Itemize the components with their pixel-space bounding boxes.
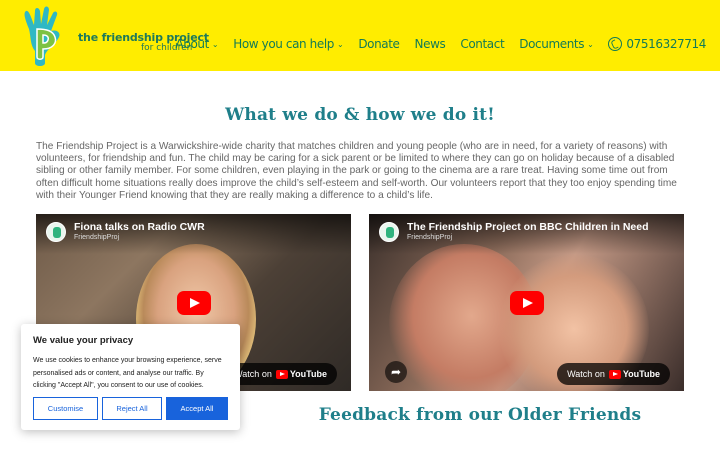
youtube-icon xyxy=(275,369,288,379)
video-title[interactable]: The Friendship Project on BBC Children i… xyxy=(407,221,649,233)
phone-icon xyxy=(608,37,623,51)
intro-paragraph: The Friendship Project is a Warwickshire… xyxy=(36,141,677,201)
youtube-icon xyxy=(608,369,621,379)
nav-item-label: Contact xyxy=(460,37,505,51)
accept-all-button[interactable]: Accept All xyxy=(166,397,228,420)
hand-logo-icon[interactable] xyxy=(17,5,75,67)
video-embed-bbc-children-in-need[interactable]: The Friendship Project on BBC Children i… xyxy=(369,214,684,391)
nav-item-label: How you can help xyxy=(233,37,334,51)
video-channel: FriendshipProj xyxy=(74,234,120,241)
nav-item-label: About xyxy=(175,37,209,51)
nav-item-news[interactable]: News xyxy=(415,37,446,51)
nav-item-contact[interactable]: Contact xyxy=(460,37,504,51)
channel-avatar-icon[interactable] xyxy=(46,222,66,242)
video-channel: FriendshipProj xyxy=(407,234,453,241)
nav-item-label: News xyxy=(414,37,446,51)
nav-item-label: Documents xyxy=(519,37,585,51)
nav-item-how-you-can-help[interactable]: How you can help ⌄ xyxy=(233,37,344,51)
cookie-text: We use cookies to enhance your browsing … xyxy=(33,357,222,389)
nav-item-label: Donate xyxy=(358,37,400,51)
chevron-down-icon: ⌄ xyxy=(211,39,219,49)
nav-item-about[interactable]: About ⌄ xyxy=(175,37,218,51)
channel-avatar-icon[interactable] xyxy=(379,222,399,242)
play-button-icon[interactable] xyxy=(509,290,544,315)
watch-prefix: Watch on xyxy=(567,369,605,379)
section-title: What we do & how we do it! xyxy=(225,105,495,125)
reject-all-button[interactable]: Reject All xyxy=(102,397,162,420)
watch-brand: YouTube xyxy=(622,369,660,379)
cookie-buttons: Customise Reject All Accept All xyxy=(33,397,228,420)
video-title[interactable]: Fiona talks on Radio CWR xyxy=(74,221,205,233)
nav-item-documents[interactable]: Documents ⌄ xyxy=(519,37,594,51)
cookie-consent-banner: We value your privacy We use cookies to … xyxy=(21,324,240,430)
watch-on-youtube-button[interactable]: Watch on YouTube xyxy=(224,363,337,385)
cookie-title: We value your privacy xyxy=(33,335,134,346)
customise-button[interactable]: Customise xyxy=(33,397,98,420)
site-header: the friendship project for children Abou… xyxy=(0,0,720,71)
chevron-down-icon: ⌄ xyxy=(337,39,344,49)
share-icon[interactable]: ➦ xyxy=(385,361,407,383)
play-button-icon[interactable] xyxy=(176,290,211,315)
watch-on-youtube-button[interactable]: Watch on YouTube xyxy=(557,363,670,385)
nav-item-donate[interactable]: Donate xyxy=(358,37,400,51)
chevron-down-icon: ⌄ xyxy=(587,39,594,49)
main-nav: About ⌄ How you can help ⌄ Donate News Con… xyxy=(160,37,706,51)
nav-phone-link[interactable]: 07516327714 xyxy=(608,37,706,51)
watch-brand: YouTube xyxy=(289,369,327,379)
phone-number: 07516327714 xyxy=(626,37,706,51)
